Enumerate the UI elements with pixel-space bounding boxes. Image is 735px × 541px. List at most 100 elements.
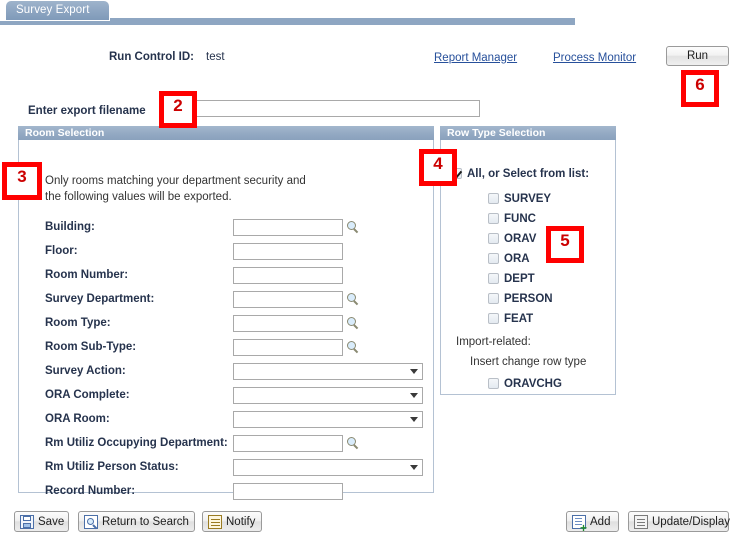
update-display-button-label: Update/Display [652, 515, 730, 528]
save-button[interactable]: Save [14, 511, 69, 532]
checkbox-icon[interactable] [488, 378, 499, 389]
row-type-item-survey-label: SURVEY [504, 193, 552, 205]
row-type-item-person-label: PERSON [504, 293, 553, 305]
row-type-selection-header: Row Type Selection [440, 126, 616, 140]
return-to-search-button[interactable]: Return to Search [78, 511, 195, 532]
field-label: ORA Complete: [45, 389, 130, 401]
export-filename-label: Enter export filename [28, 105, 146, 117]
annotation-4: 4 [419, 149, 457, 186]
checkbox-icon[interactable] [488, 253, 499, 264]
row-type-item-orav[interactable]: ORAV [488, 233, 536, 245]
row-type-item-func-label: FUNC [504, 213, 536, 225]
field-label: Room Type: [45, 317, 111, 329]
field-label: ORA Room: [45, 413, 110, 425]
field-input[interactable] [233, 291, 343, 308]
row-type-item-func[interactable]: FUNC [488, 213, 536, 225]
run-control-id-value: test [206, 51, 225, 63]
tab-filler-bar [110, 18, 575, 24]
row-type-item-orav-label: ORAV [504, 233, 537, 245]
lookup-search-icon[interactable] [347, 341, 360, 355]
magnifier-icon [84, 514, 98, 529]
row-type-import-item-oravchg[interactable]: ORAVCHG [488, 378, 562, 390]
add-button[interactable]: Add [566, 511, 619, 534]
tab-survey-export[interactable]: Survey Export [6, 1, 109, 20]
field-input[interactable] [233, 315, 343, 332]
row-type-item-dept[interactable]: DEPT [488, 273, 535, 285]
field-label: Building: [45, 221, 95, 233]
lookup-search-icon[interactable] [347, 437, 360, 451]
update-display-button[interactable]: Update/Display [628, 511, 730, 532]
export-filename-input[interactable] [163, 100, 480, 117]
import-related-label: Import-related: [456, 336, 531, 348]
row-type-item-dept-label: DEPT [504, 273, 535, 285]
field-select[interactable] [233, 411, 423, 428]
room-selection-description-line1: Only rooms matching your department secu… [45, 175, 306, 187]
row-type-item-ora-label: ORA [504, 253, 530, 265]
insert-change-row-type-label: Insert change row type [470, 356, 587, 368]
field-label: Rm Utiliz Person Status: [45, 461, 179, 473]
room-selection-description: Only rooms matching your department secu… [45, 173, 306, 205]
row-type-all-checkbox[interactable]: All, or Select from list: [451, 168, 589, 180]
field-label: Room Number: [45, 269, 129, 281]
lookup-search-icon[interactable] [347, 293, 360, 307]
checkbox-icon[interactable] [488, 273, 499, 284]
notify-icon [208, 514, 222, 529]
checkbox-icon[interactable] [488, 213, 499, 224]
row-type-item-survey[interactable]: SURVEY [488, 193, 551, 205]
checkbox-icon[interactable] [488, 313, 499, 324]
chevron-down-icon [410, 417, 418, 422]
checkbox-icon[interactable] [488, 193, 499, 204]
checkbox-icon[interactable] [488, 293, 499, 304]
room-selection-header: Room Selection [18, 126, 434, 140]
row-type-item-feat[interactable]: FEAT [488, 313, 533, 325]
field-label: Rm Utiliz Occupying Department: [45, 437, 228, 449]
field-label: Room Sub-Type: [45, 341, 137, 353]
lookup-handle [353, 324, 359, 330]
field-input[interactable] [233, 483, 343, 500]
tab-label: Survey Export [16, 4, 90, 16]
add-page-icon [572, 514, 587, 534]
checkbox-icon[interactable] [488, 233, 499, 244]
annotation-3: 3 [2, 162, 42, 200]
row-type-selection-group: Row Type Selection All, or Select from l… [440, 126, 616, 395]
add-button-label: Add [590, 515, 611, 528]
lookup-handle [353, 300, 359, 306]
field-label: Survey Action: [45, 365, 126, 377]
room-selection-group: Room Selection Only rooms matching your … [18, 126, 434, 500]
lookup-handle [353, 444, 359, 450]
field-select[interactable] [233, 387, 423, 404]
lookup-handle [353, 348, 359, 354]
row-type-item-feat-label: FEAT [504, 313, 534, 325]
pencil-page-icon [634, 514, 648, 529]
annotation-2: 2 [159, 91, 197, 128]
field-input[interactable] [233, 243, 343, 260]
field-label: Survey Department: [45, 293, 155, 305]
room-selection-description-line2: the following values will be exported. [45, 191, 232, 203]
run-control-id-label: Run Control ID: [109, 51, 194, 63]
annotation-5: 5 [546, 226, 584, 263]
tab-strip: Survey Export [0, 0, 735, 28]
field-select[interactable] [233, 459, 423, 476]
notify-button[interactable]: Notify [202, 511, 262, 532]
field-input[interactable] [233, 219, 343, 236]
lookup-search-icon[interactable] [347, 221, 360, 235]
report-manager-link[interactable]: Report Manager [434, 52, 517, 64]
chevron-down-icon [410, 393, 418, 398]
save-icon [20, 514, 34, 529]
chevron-down-icon [410, 465, 418, 470]
room-selection-body: Only rooms matching your department secu… [18, 140, 434, 500]
field-label: Record Number: [45, 485, 136, 497]
row-type-item-ora[interactable]: ORA [488, 253, 530, 265]
row-type-item-person[interactable]: PERSON [488, 293, 553, 305]
save-button-label: Save [38, 515, 65, 528]
lookup-search-icon[interactable] [347, 317, 360, 331]
field-input[interactable] [233, 435, 343, 452]
field-input[interactable] [233, 267, 343, 284]
return-to-search-button-label: Return to Search [102, 515, 189, 528]
chevron-down-icon [410, 369, 418, 374]
run-button[interactable]: Run [666, 46, 729, 66]
field-input[interactable] [233, 339, 343, 356]
process-monitor-link[interactable]: Process Monitor [553, 52, 636, 64]
field-select[interactable] [233, 363, 423, 380]
lookup-handle [353, 228, 359, 234]
